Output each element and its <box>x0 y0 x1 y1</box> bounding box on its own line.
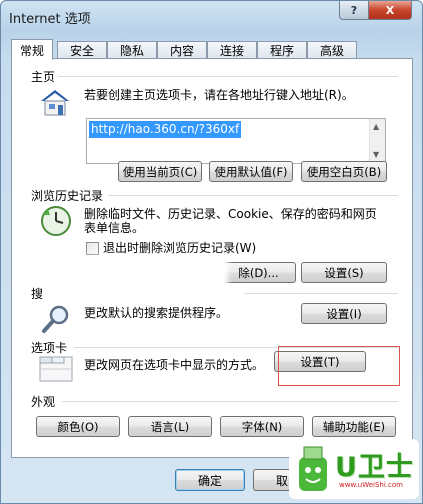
use-default-button[interactable]: 使用默认值(F) <box>209 161 293 182</box>
history-description-line2: 表单信息。 <box>84 221 145 235</box>
tabs-group-title: 选项卡 <box>31 341 68 355</box>
home-page-description: 若要创建主页选项卡，请在各地址行键入地址(R)。 <box>84 88 354 102</box>
home-page-divider <box>58 76 398 77</box>
tab-content[interactable]: 内容 <box>157 41 207 59</box>
home-page-url-text: http://hao.360.cn/?360xf <box>89 121 242 138</box>
history-divider <box>108 195 398 196</box>
tab-privacy[interactable]: 隐私 <box>107 41 157 59</box>
home-page-group-title: 主页 <box>31 70 56 84</box>
appearance-divider <box>62 401 398 402</box>
appearance-group-title: 外观 <box>31 395 56 409</box>
accessibility-button[interactable]: 辅助功能(E) <box>312 416 396 437</box>
occlusion-mask <box>18 257 228 309</box>
window-title: Internet 选项 <box>9 12 91 27</box>
url-scrollbar[interactable]: ▲ ▼ <box>369 119 385 163</box>
fonts-button[interactable]: 字体(N) <box>220 416 304 437</box>
close-button[interactable]: X <box>368 1 412 20</box>
help-button[interactable]: ? <box>339 1 369 20</box>
home-page-url-input[interactable]: http://hao.360.cn/?360xf ▲ ▼ <box>86 118 386 164</box>
magnifier-icon <box>42 305 69 333</box>
tabbed-window-icon <box>39 356 73 382</box>
search-settings-button[interactable]: 设置(I) <box>301 303 387 324</box>
internet-options-window: Internet 选项 ? X 常规 安全 隐私 内容 连接 程序 高级 主页 … <box>0 0 423 504</box>
scroll-up-icon[interactable]: ▲ <box>373 122 379 131</box>
usb-mascot-icon <box>299 446 327 491</box>
tab-security[interactable]: 安全 <box>57 41 107 59</box>
history-settings-button[interactable]: 设置(S) <box>301 262 387 283</box>
ok-button[interactable]: 确定 <box>175 469 245 491</box>
general-tab-panel: 主页 若要创建主页选项卡，请在各地址行键入地址(R)。 http://hao.3… <box>11 58 413 458</box>
use-current-button[interactable]: 使用当前页(C) <box>118 161 202 182</box>
use-blank-button[interactable]: 使用空白页(B) <box>301 161 387 182</box>
tab-advanced[interactable]: 高级 <box>307 41 357 59</box>
house-icon <box>41 90 69 116</box>
delete-on-exit-checkbox[interactable] <box>86 242 99 255</box>
delete-on-exit-label: 退出时删除浏览历史记录(W) <box>103 241 257 255</box>
languages-button[interactable]: 语言(L) <box>128 416 212 437</box>
search-description: 更改默认的搜索提供程序。 <box>84 306 229 320</box>
colors-button[interactable]: 颜色(O) <box>36 416 120 437</box>
title-bar[interactable]: Internet 选项 ? X <box>1 1 422 33</box>
scroll-down-icon[interactable]: ▼ <box>373 150 379 159</box>
tabs-description: 更改网页在选项卡中显示的方式。 <box>84 358 265 372</box>
history-description-line1: 删除临时文件、历史记录、Cookie、保存的密码和网页 <box>84 207 377 221</box>
search-group-title: 搜 <box>31 287 44 301</box>
tab-general[interactable]: 常规 <box>11 39 53 60</box>
watermark-logo: U卫士 www.uWeiShi.com <box>289 439 419 499</box>
settings-highlight-box <box>278 346 400 386</box>
watermark-text: U卫士 <box>335 452 414 483</box>
clock-icon <box>41 206 71 236</box>
watermark-url: www.uWeiShi.com <box>339 481 403 489</box>
tab-programs[interactable]: 程序 <box>257 41 307 59</box>
history-group-title: 浏览历史记录 <box>31 189 104 203</box>
tab-connections[interactable]: 连接 <box>207 41 257 59</box>
search-divider <box>244 293 398 294</box>
delete-history-button[interactable]: 除(D)... <box>221 262 296 283</box>
